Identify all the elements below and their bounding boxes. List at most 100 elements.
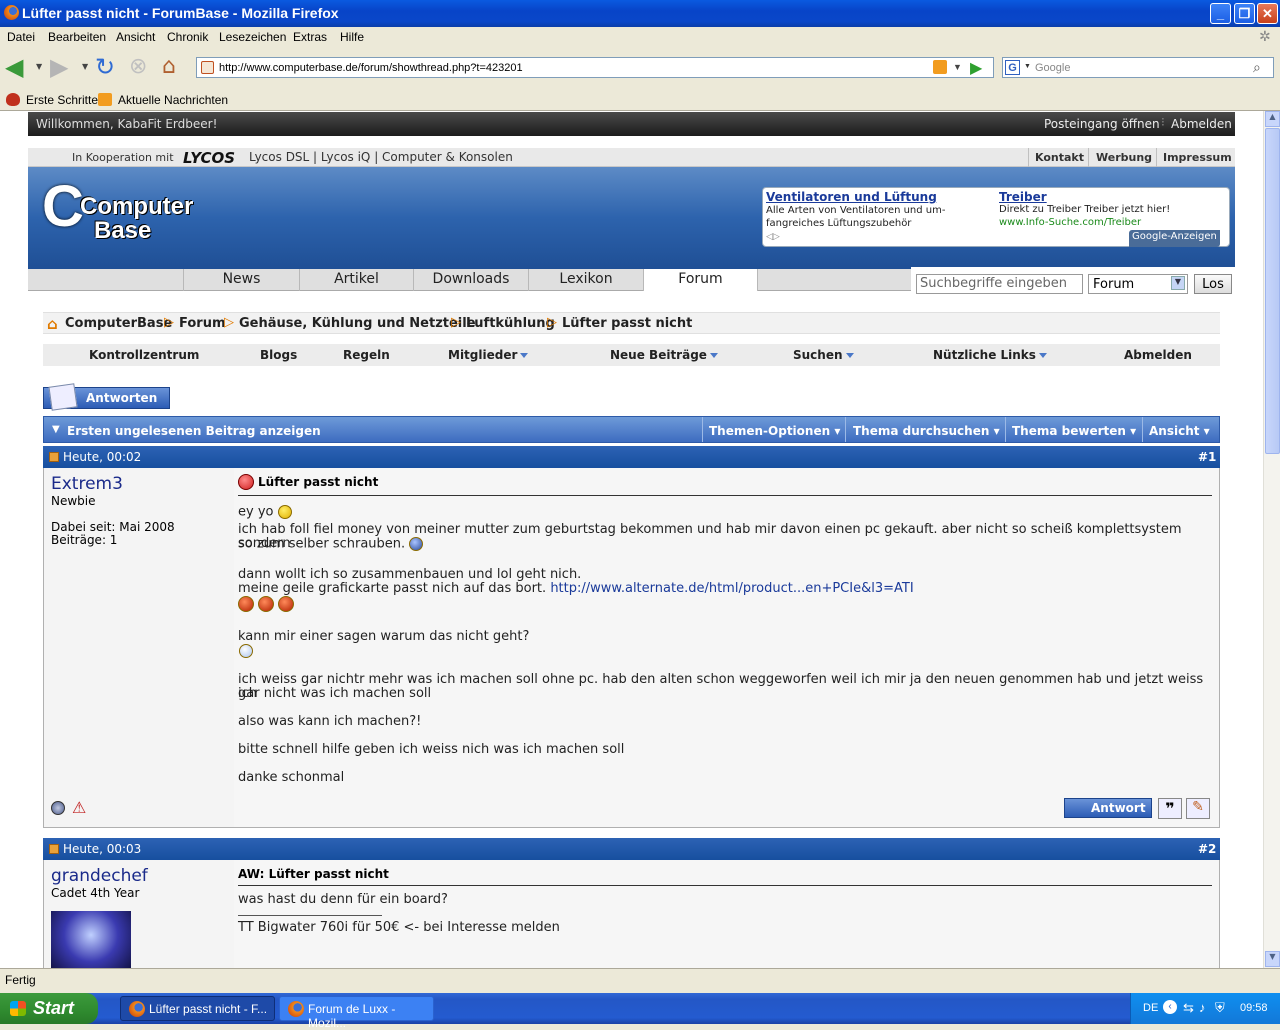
ad-nav-arrows-icon[interactable]: ◁▷	[766, 232, 780, 242]
signature-divider	[238, 915, 382, 916]
nav-tab-forum[interactable]: Forum	[643, 269, 758, 291]
post-2-signature: TT Bigwater 760i für 50€ <- bei Interess…	[238, 920, 560, 935]
forum-nav-abmelden[interactable]: Abmelden	[1124, 348, 1192, 362]
search-input[interactable]: G ▼ Google ⌕	[1002, 57, 1274, 78]
rss-feed-icon[interactable]	[933, 60, 947, 74]
report-post-icon[interactable]: ⚠	[72, 798, 86, 817]
post-1-line: also was kann ich machen?!	[238, 714, 422, 729]
kontakt-link[interactable]: Kontakt	[1028, 148, 1090, 167]
thread-rate-menu[interactable]: Thema bewerten ▾	[1012, 424, 1136, 438]
breadcrumb: ⌂ ComputerBase ▷ Forum ▷ Gehäuse, Kühlun…	[43, 312, 1220, 334]
network-icon[interactable]: ⇆	[1183, 1000, 1194, 1016]
url-dropdown-icon[interactable]: ▼	[953, 62, 962, 72]
scroll-thumb[interactable]	[1265, 128, 1280, 454]
scope-dropdown-icon[interactable]: ▼	[1171, 276, 1185, 290]
ad-2-title[interactable]: Treiber	[999, 190, 1047, 204]
reply-thread-button[interactable]: Antworten	[43, 383, 170, 411]
google-ads-label[interactable]: Google-Anzeigen	[1129, 230, 1220, 247]
menu-hilfe[interactable]: Hilfe	[340, 30, 364, 44]
dropdown-icon	[1038, 353, 1047, 358]
site-search-button[interactable]: Los	[1194, 274, 1232, 294]
security-icon[interactable]: ⛨	[1215, 1000, 1225, 1016]
forum-nav-kontrollzentrum[interactable]: Kontrollzentrum	[89, 348, 199, 362]
breadcrumb-luftkuehlung[interactable]: Luftkühlung	[466, 316, 555, 331]
search-engine-dropdown-icon[interactable]: ▼	[1024, 63, 1031, 70]
menu-lesezeichen[interactable]: Lesezeichen	[219, 30, 286, 44]
breadcrumb-forum[interactable]: Forum	[179, 316, 226, 331]
ad-1-title[interactable]: Ventilatoren und Lüftung	[766, 190, 937, 204]
forum-nav-nuetzliche-links[interactable]: Nützliche Links	[933, 348, 1047, 362]
url-bar[interactable]: http://www.computerbase.de/forum/showthr…	[196, 57, 994, 78]
inbox-link[interactable]: Posteingang öffnen	[1044, 117, 1160, 131]
logout-link[interactable]: Abmelden	[1171, 117, 1232, 131]
volume-icon[interactable]: ♪	[1199, 1000, 1206, 1015]
dropdown-icon	[520, 353, 529, 358]
post-1-product-link[interactable]: http://www.alternate.de/html/product...e…	[550, 581, 913, 596]
forum-nav-suchen[interactable]: Suchen	[793, 348, 854, 362]
forward-icon[interactable]: ▶	[50, 55, 76, 81]
post-1-number[interactable]: #1	[1198, 450, 1216, 464]
post-2-username[interactable]: grandechef	[51, 866, 148, 886]
forum-nav-neue-beitraege[interactable]: Neue Beiträge	[610, 348, 718, 362]
home-breadcrumb-icon[interactable]: ⌂	[47, 315, 58, 333]
back-icon[interactable]: ◀	[5, 55, 31, 81]
minimize-button[interactable]: _	[1210, 3, 1231, 24]
quote-icon[interactable]: ❞	[1158, 798, 1182, 819]
search-engine-icon[interactable]: G	[1005, 60, 1020, 75]
bookmark-aktuelle-nachrichten[interactable]: Aktuelle Nachrichten	[118, 93, 228, 107]
vertical-scrollbar[interactable]: ▲ ▼	[1263, 111, 1280, 968]
language-indicator[interactable]: DE	[1143, 1002, 1158, 1014]
search-go-icon[interactable]: ⌕	[1253, 59, 1261, 76]
angry-smiley-icon	[238, 474, 254, 490]
nav-tab-downloads[interactable]: Downloads	[413, 269, 528, 291]
lycos-logo[interactable]: LYCOS	[183, 149, 235, 167]
bookmark-erste-schritte[interactable]: Erste Schritte	[26, 93, 98, 107]
computerbase-logo[interactable]: C Computer Base	[42, 173, 193, 263]
tray-expand-icon[interactable]: ‹	[1163, 1000, 1177, 1014]
smiley-row	[238, 596, 294, 612]
start-button[interactable]: Start	[0, 993, 98, 1024]
post-old-icon	[49, 452, 59, 462]
go-icon[interactable]: ▶	[970, 58, 990, 78]
thread-search-menu[interactable]: Thema durchsuchen ▾	[853, 424, 1000, 438]
breadcrumb-computerbase[interactable]: ComputerBase	[65, 316, 172, 331]
site-search-input[interactable]: Suchbegriffe eingeben	[916, 274, 1083, 294]
reload-icon[interactable]: ↻	[95, 55, 121, 81]
menu-ansicht[interactable]: Ansicht	[116, 30, 155, 44]
menu-chronik[interactable]: Chronik	[167, 30, 208, 44]
post-2-number[interactable]: #2	[1198, 842, 1216, 856]
nav-tab-lexikon[interactable]: Lexikon	[528, 269, 643, 291]
scroll-down-icon[interactable]: ▼	[1265, 951, 1280, 967]
post-1-userinfo: Extrem3 Newbie Dabei seit: Mai 2008 Beit…	[44, 468, 234, 827]
menu-extras[interactable]: Extras	[293, 30, 327, 44]
scroll-up-icon[interactable]: ▲	[1265, 111, 1280, 127]
taskbar-task-firefox-2[interactable]: Forum de Luxx - Mozil...	[279, 996, 434, 1030]
impressum-link[interactable]: Impressum	[1156, 148, 1238, 167]
menu-datei[interactable]: Datei	[7, 30, 35, 44]
nav-tab-news[interactable]: News	[183, 269, 299, 291]
forum-nav-regeln[interactable]: Regeln	[343, 348, 390, 362]
thread-options-menu[interactable]: Themen-Optionen ▾	[709, 424, 840, 438]
taskbar-task-firefox-1[interactable]: Lüfter passt nicht - F...	[120, 996, 275, 1021]
ad-2-url[interactable]: www.Info-Suche.com/Treiber	[999, 217, 1141, 228]
stop-icon[interactable]: ⊗	[129, 55, 155, 81]
breadcrumb-gehaeuse[interactable]: Gehäuse, Kühlung und Netzteile	[239, 316, 476, 331]
avatar[interactable]	[51, 911, 131, 968]
maximize-button[interactable]: ❐	[1234, 3, 1255, 24]
home-icon[interactable]: ⌂	[162, 55, 188, 81]
close-button[interactable]: ✕	[1257, 3, 1278, 24]
page-content: Willkommen, KabaFit Erdbeer! Posteingang…	[0, 111, 1263, 968]
coop-links[interactable]: Lycos DSL | Lycos iQ | Computer & Konsol…	[249, 150, 513, 164]
post-1-username[interactable]: Extrem3	[51, 474, 123, 494]
back-dropdown-icon[interactable]: ▼	[36, 62, 44, 88]
forward-dropdown-icon[interactable]: ▼	[82, 62, 90, 88]
reply-post-button[interactable]: Antwort	[1064, 798, 1152, 818]
werbung-link[interactable]: Werbung	[1088, 148, 1159, 167]
first-unread-link[interactable]: Ersten ungelesenen Beitrag anzeigen	[67, 424, 321, 438]
edit-post-icon[interactable]: ✎	[1186, 798, 1210, 819]
forum-nav-mitglieder[interactable]: Mitglieder	[448, 348, 529, 362]
thread-view-menu[interactable]: Ansicht ▾	[1149, 424, 1210, 438]
menu-bearbeiten[interactable]: Bearbeiten	[48, 30, 106, 44]
nav-tab-artikel[interactable]: Artikel	[299, 269, 413, 291]
forum-nav-blogs[interactable]: Blogs	[260, 348, 297, 362]
